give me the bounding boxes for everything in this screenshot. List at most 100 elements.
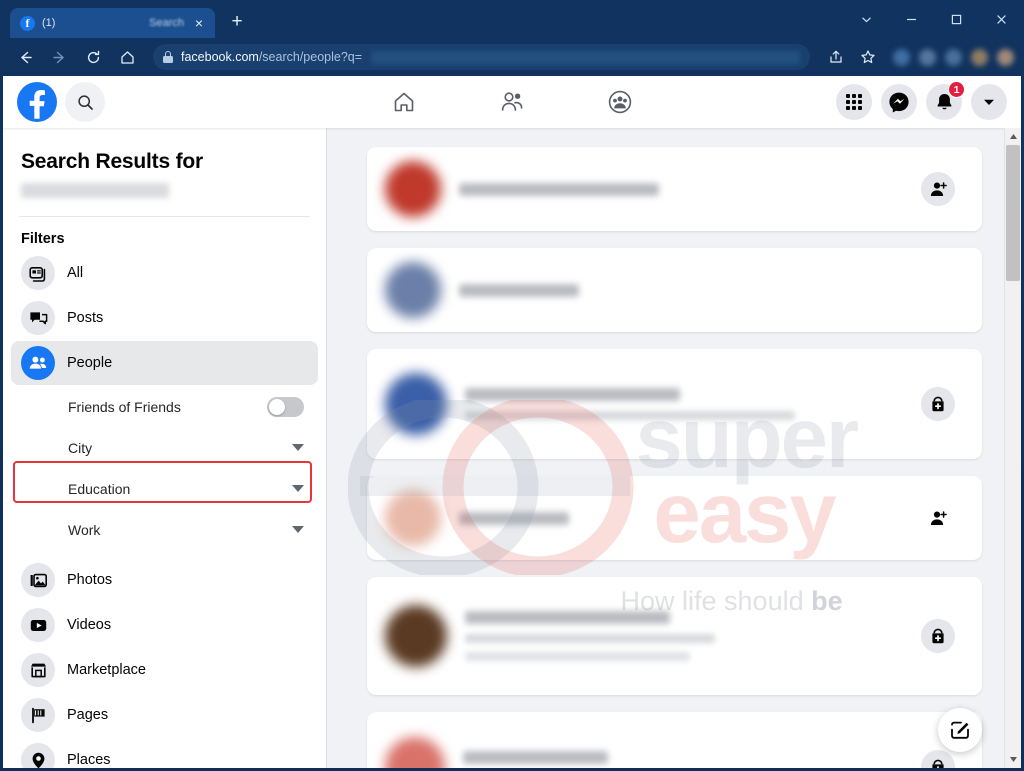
toolbar-right — [821, 43, 1014, 71]
sidebar-item-videos[interactable]: Videos — [11, 603, 318, 647]
all-icon — [21, 256, 55, 290]
avatar — [385, 373, 447, 435]
home-icon[interactable] — [112, 43, 142, 71]
notification-badge: 1 — [948, 81, 965, 98]
browser-tab[interactable]: f (1) Search × — [10, 8, 215, 38]
sidebar-item-places[interactable]: Places — [11, 738, 318, 768]
scrollbar-track[interactable] — [1005, 145, 1022, 751]
photos-icon — [21, 563, 55, 597]
sidebar-item-label: All — [67, 265, 84, 281]
extension-icons[interactable] — [893, 48, 1014, 66]
posts-icon — [21, 301, 55, 335]
sidebar-item-posts[interactable]: Posts — [11, 296, 318, 340]
messenger-icon[interactable] — [881, 84, 917, 120]
subfilter-friends-of-friends[interactable]: Friends of Friends — [11, 386, 318, 427]
new-tab-button[interactable]: + — [223, 8, 251, 36]
result-card[interactable] — [367, 349, 982, 459]
window-controls — [844, 0, 1024, 38]
facebook-main-nav — [389, 87, 635, 117]
subfilter-work[interactable]: Work — [11, 509, 318, 550]
lock-icon — [163, 51, 173, 63]
nav-friends-icon[interactable] — [497, 87, 527, 117]
sidebar-item-label: Posts — [67, 310, 104, 326]
places-icon — [21, 743, 55, 768]
page-scrollbar[interactable] — [1004, 128, 1021, 768]
browser-toolbar: facebook.com/search/people?q= — [0, 38, 1024, 76]
filters-heading: Filters — [21, 231, 65, 247]
facebook-favicon: f — [20, 15, 35, 31]
chevron-down-icon[interactable] — [844, 3, 889, 35]
result-info — [465, 388, 964, 420]
result-info — [465, 611, 964, 661]
avatar — [385, 262, 441, 318]
friends-of-friends-toggle[interactable] — [267, 396, 304, 417]
close-window-icon[interactable] — [979, 3, 1024, 35]
facebook-header: 1 — [3, 76, 1021, 128]
nav-home-icon[interactable] — [389, 87, 419, 117]
nav-groups-icon[interactable] — [605, 87, 635, 117]
chevron-down-icon[interactable] — [292, 444, 304, 451]
reload-icon[interactable] — [78, 43, 108, 71]
page-title: Search Results for — [21, 150, 203, 173]
facebook-logo-icon[interactable] — [17, 82, 57, 122]
sidebar-item-marketplace[interactable]: Marketplace — [11, 648, 318, 692]
results-list — [327, 128, 1004, 768]
tab-unread-count: (1) — [42, 17, 56, 29]
result-info — [459, 511, 964, 525]
search-icon[interactable] — [65, 82, 105, 122]
result-info — [459, 283, 964, 297]
scroll-up-arrow-icon[interactable] — [1005, 128, 1022, 145]
subfilter-label: Work — [68, 521, 101, 538]
maximize-icon[interactable] — [934, 3, 979, 35]
sidebar-item-photos[interactable]: Photos — [11, 558, 318, 602]
add-friend-button[interactable] — [921, 387, 955, 421]
avatar — [385, 490, 441, 546]
notifications-icon[interactable]: 1 — [926, 81, 965, 120]
chevron-down-icon[interactable] — [292, 485, 304, 492]
videos-icon — [21, 608, 55, 642]
subfilter-label: Education — [68, 480, 131, 497]
people-icon — [21, 346, 55, 380]
minimize-icon[interactable] — [889, 3, 934, 35]
sidebar-item-label: Videos — [67, 617, 112, 633]
subfilter-education[interactable]: Education — [11, 468, 318, 509]
result-card[interactable] — [367, 712, 982, 768]
subfilter-label: Friends of Friends — [68, 398, 181, 415]
scrollbar-thumb[interactable] — [1005, 145, 1020, 281]
result-card[interactable] — [367, 147, 982, 231]
add-friend-button[interactable] — [921, 619, 955, 653]
sidebar-item-all[interactable]: All — [11, 251, 318, 295]
avatar — [385, 161, 441, 217]
subfilter-label: City — [68, 439, 93, 456]
result-card[interactable] — [367, 577, 982, 695]
scroll-down-arrow-icon[interactable] — [1005, 751, 1022, 768]
result-card[interactable] — [367, 476, 982, 560]
page-viewport: 1 Search Results for Filters All Posts P… — [3, 76, 1021, 768]
url-text: facebook.com/search/people?q= — [181, 50, 363, 64]
subfilter-city[interactable]: City — [11, 427, 318, 468]
back-arrow-icon[interactable] — [10, 43, 40, 71]
forward-arrow-icon[interactable] — [44, 43, 74, 71]
star-icon[interactable] — [853, 43, 883, 71]
account-dropdown-icon[interactable] — [971, 84, 1007, 120]
compose-button[interactable] — [938, 708, 982, 752]
tab-title: Search — [149, 17, 184, 29]
facebook-header-actions: 1 — [836, 81, 1007, 120]
result-info — [463, 751, 964, 768]
menu-grid-icon[interactable] — [836, 84, 872, 120]
chevron-down-icon[interactable] — [292, 526, 304, 533]
share-icon[interactable] — [821, 43, 851, 71]
close-icon[interactable]: × — [191, 15, 207, 31]
sidebar-item-people[interactable]: People — [11, 341, 318, 385]
marketplace-icon — [21, 653, 55, 687]
sidebar-item-label: Places — [67, 752, 111, 768]
result-info — [459, 182, 964, 196]
avatar — [385, 737, 445, 768]
result-card[interactable] — [367, 248, 982, 332]
add-friend-button[interactable] — [921, 501, 955, 535]
sidebar-item-label: Marketplace — [67, 662, 146, 678]
tab-strip: f (1) Search × + — [0, 0, 1024, 38]
address-bar[interactable]: facebook.com/search/people?q= — [153, 44, 810, 70]
sidebar-item-pages[interactable]: Pages — [11, 693, 318, 737]
add-friend-button[interactable] — [921, 172, 955, 206]
